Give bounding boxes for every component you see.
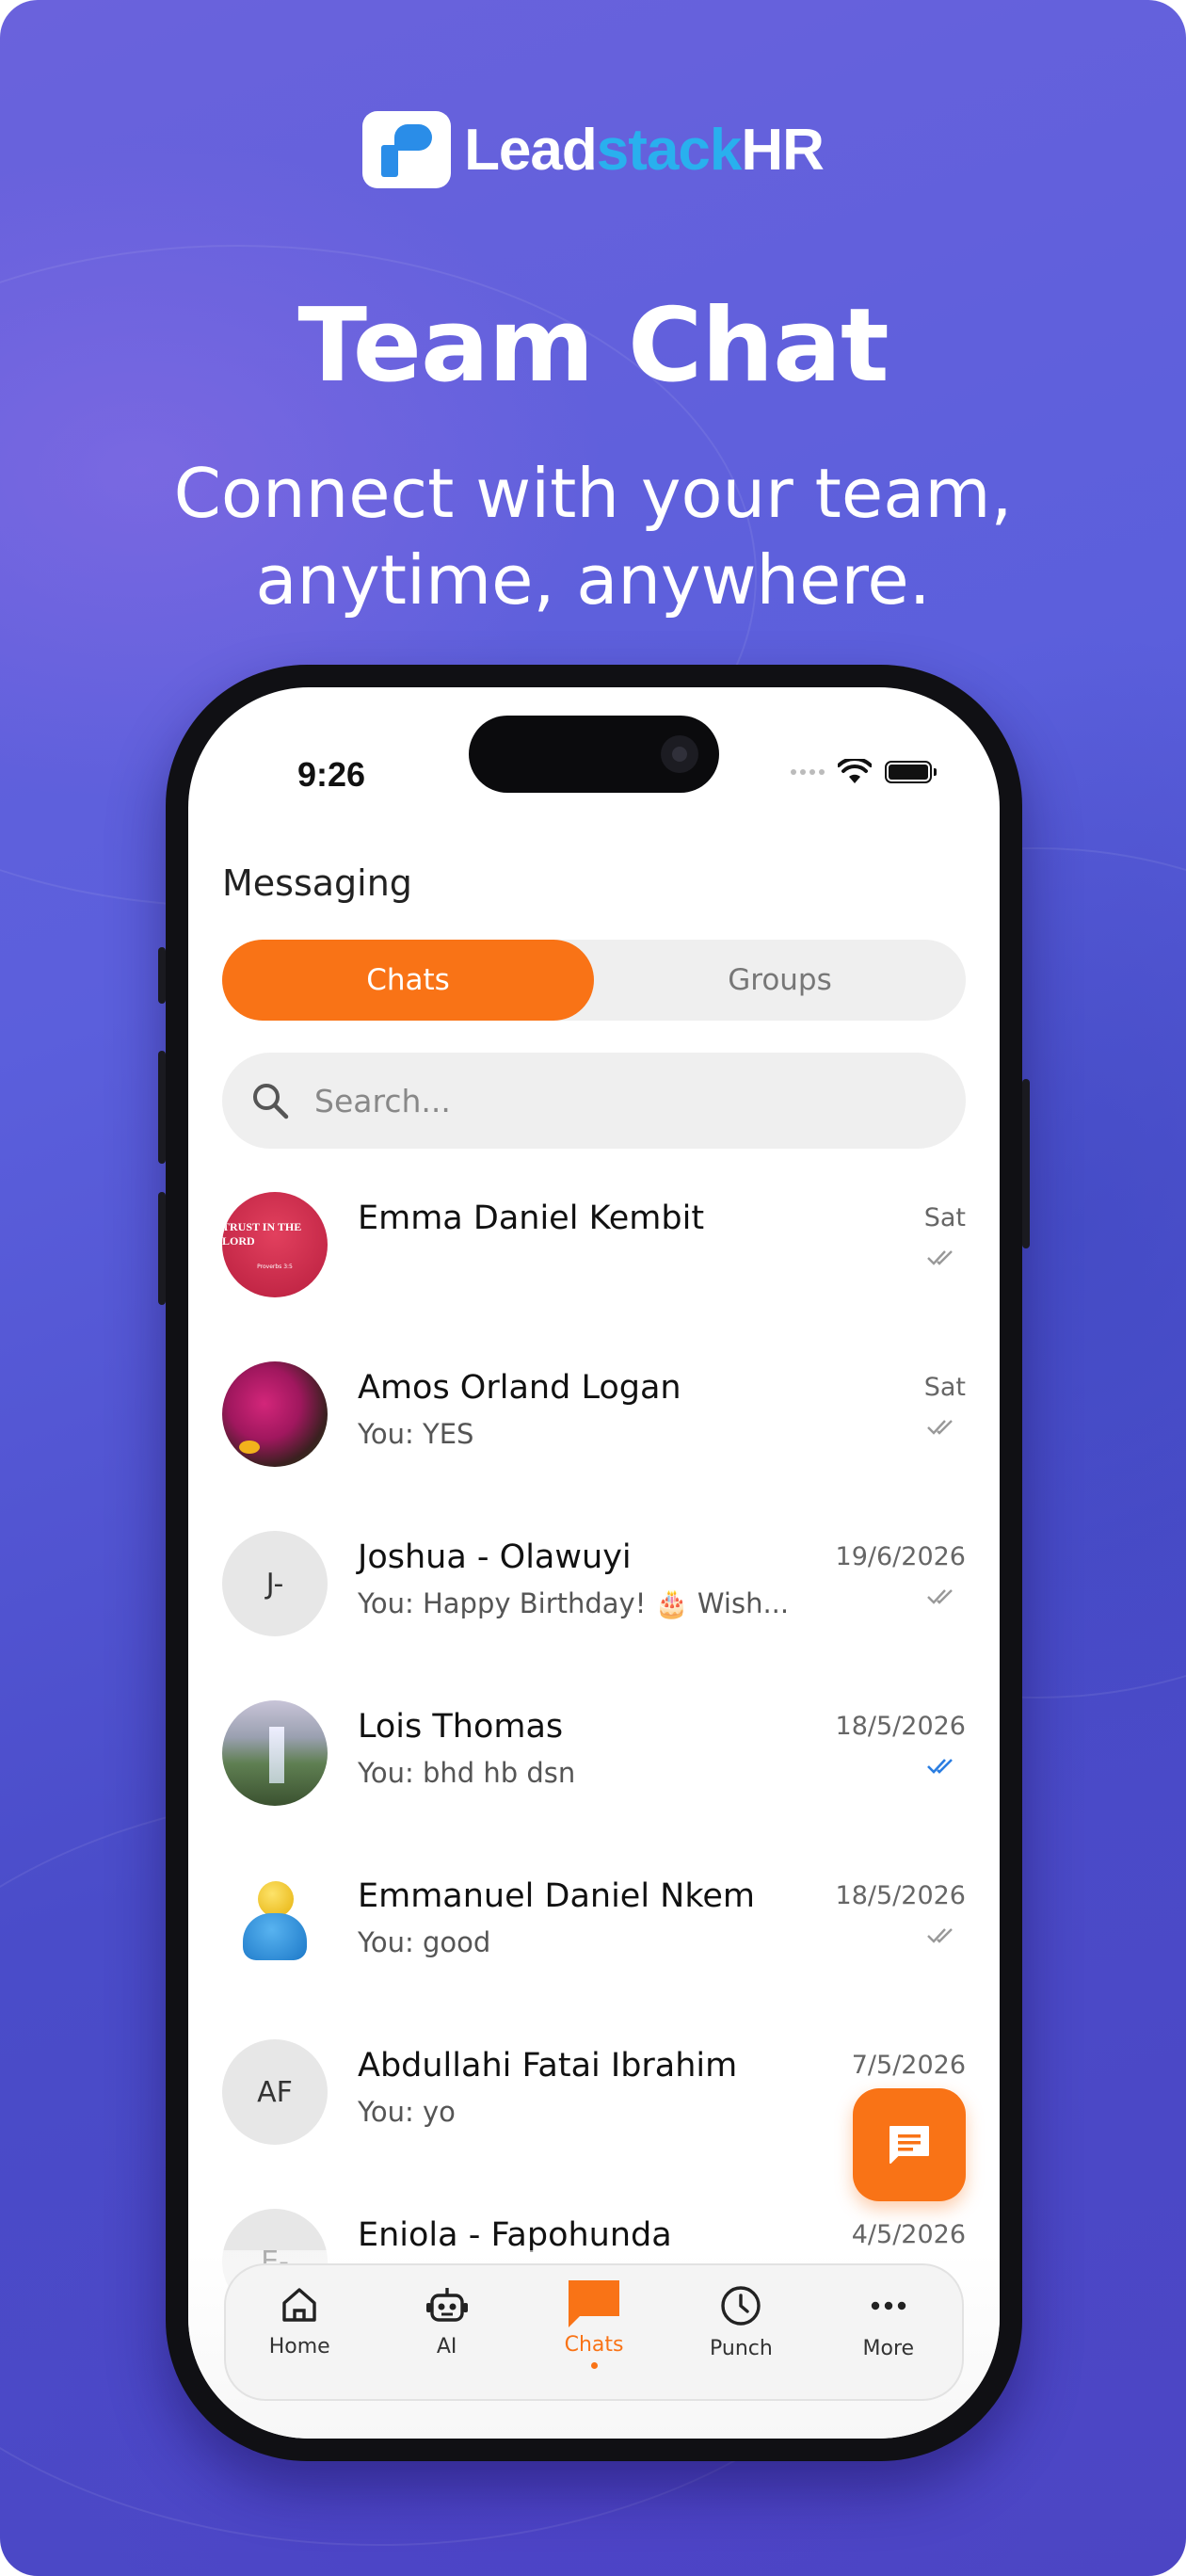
message-date: 18/5/2026 (835, 1881, 966, 1910)
subheadline-line-1: Connect with your team, (173, 454, 1013, 533)
search-icon (253, 1084, 289, 1119)
new-message-icon (890, 2126, 929, 2164)
robot-icon (425, 2288, 468, 2322)
nav-punch[interactable]: Punch (667, 2265, 814, 2399)
phone-button (158, 947, 166, 1004)
avatar: TRUST IN THE LORD Proverbs 3:5 (222, 1192, 328, 1297)
logo-wordmark: LeadstackHR (464, 117, 825, 184)
nav-ai[interactable]: AI (373, 2265, 520, 2399)
message-preview: You: Happy Birthday! 🎂 Wish... (358, 1587, 790, 1619)
chat-tabs: Chats Groups (222, 940, 966, 1021)
contact-name: Emma Daniel Kembit (358, 1199, 705, 1237)
logo-mark-icon (362, 111, 452, 188)
contact-name: Emmanuel Daniel Nkem (358, 1877, 756, 1915)
avatar-subtext: Proverbs 3:5 (257, 1263, 293, 1270)
search-bar[interactable] (222, 1053, 966, 1149)
screen-title: Messaging (222, 862, 412, 904)
contact-name: Amos Orland Logan (358, 1369, 681, 1407)
avatar-text: TRUST IN THE LORD (222, 1219, 302, 1248)
contact-name: Lois Thomas (358, 1708, 564, 1746)
status-time: 9:26 (297, 755, 366, 794)
message-date: Sat (923, 1373, 966, 1402)
nav-home[interactable]: Home (226, 2265, 373, 2399)
message-date: 19/6/2026 (835, 1542, 966, 1571)
logo-word-lead: Lead (464, 117, 598, 183)
double-check-icon (927, 1420, 953, 1435)
bottom-nav: Home AI Chats Punch More (224, 2263, 964, 2401)
double-check-icon (927, 1928, 953, 1943)
subheadline-line-2: anytime, anywhere. (255, 540, 931, 620)
headline: Team Chat (297, 287, 889, 405)
promo-canvas: LeadstackHR Team Chat Connect with your … (0, 0, 1186, 2576)
nav-label: AI (436, 2335, 457, 2359)
search-input[interactable] (313, 1081, 881, 1120)
signal-dots-icon (791, 769, 825, 775)
clock-icon (721, 2286, 761, 2326)
chat-row[interactable]: Emmanuel Daniel Nkem You: good 18/5/2026 (188, 1853, 1000, 2022)
phone-screen: 9:26 Messaging Chats Groups Search... TR… (188, 687, 1000, 2439)
chat-row[interactable]: TRUST IN THE LORD Proverbs 3:5 Emma Dani… (188, 1175, 1000, 1344)
dynamic-island (469, 716, 719, 793)
chat-bubble-icon (569, 2280, 620, 2327)
phone-button (158, 1192, 166, 1305)
message-date: Sat (923, 1203, 966, 1232)
brand-logo: LeadstackHR (0, 111, 1186, 188)
chat-row[interactable]: J- Joshua - Olawuyi You: Happy Birthday!… (188, 1514, 1000, 1683)
phone-button (158, 1051, 166, 1164)
nav-label: Punch (710, 2337, 773, 2360)
nav-more[interactable]: More (815, 2265, 962, 2399)
phone-frame: 9:26 Messaging Chats Groups Search... TR… (158, 665, 1030, 2461)
chat-row[interactable]: Amos Orland Logan You: YES Sat (188, 1344, 1000, 1514)
double-check-read-icon (927, 1759, 953, 1774)
active-indicator (590, 2362, 598, 2369)
home-icon (282, 2288, 316, 2322)
status-icons (791, 759, 937, 785)
new-chat-button[interactable] (853, 2088, 966, 2201)
message-date: 7/5/2026 (851, 2051, 966, 2080)
avatar-initials: J- (222, 1531, 328, 1636)
avatar (222, 1361, 328, 1467)
contact-name: Abdullahi Fatai Ibrahim (358, 2047, 738, 2085)
avatar-initials: AF (222, 2039, 328, 2145)
contact-name: Joshua - Olawuyi (358, 1538, 632, 1576)
battery-icon (885, 761, 937, 783)
logo-word-hr: HR (741, 117, 825, 183)
more-dots-icon (871, 2301, 906, 2310)
subheadline: Connect with your team, anytime, anywher… (0, 450, 1186, 623)
message-preview: You: YES (358, 1418, 474, 1450)
wifi-icon (838, 759, 872, 783)
message-preview: You: bhd hb dsn (358, 1757, 576, 1789)
message-preview: You: good (358, 1926, 491, 1958)
nav-label: Home (268, 2335, 330, 2359)
chat-row[interactable]: Lois Thomas You: bhd hb dsn 18/5/2026 (188, 1683, 1000, 1853)
nav-chats[interactable]: Chats (521, 2265, 667, 2399)
double-check-icon (927, 1250, 953, 1265)
nav-label: More (862, 2337, 915, 2360)
message-date: 18/5/2026 (835, 1712, 966, 1741)
message-preview: You: yo (358, 2096, 456, 2128)
phone-button (1022, 1079, 1030, 1248)
double-check-icon (927, 1589, 953, 1604)
tab-groups[interactable]: Groups (594, 940, 966, 1021)
avatar (222, 1700, 328, 1806)
camera-icon (661, 735, 698, 773)
nav-label: Chats (564, 2333, 624, 2357)
message-date: 4/5/2026 (851, 2220, 966, 2249)
contact-name: Eniola - Fapohunda (358, 2216, 672, 2254)
logo-word-stack: stack (596, 117, 743, 183)
tab-chats[interactable]: Chats (222, 940, 594, 1021)
avatar (222, 1870, 328, 1975)
